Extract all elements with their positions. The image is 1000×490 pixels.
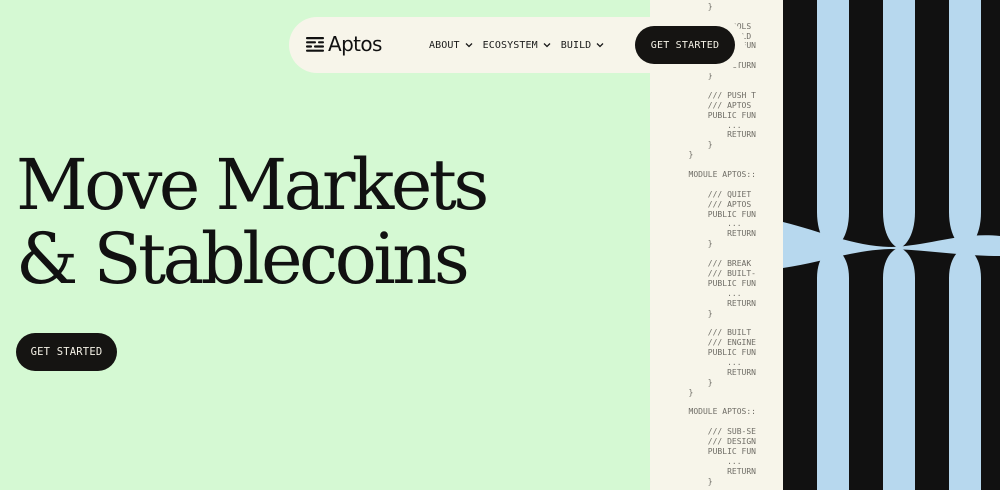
code-line: ... <box>650 219 742 229</box>
aptos-logo-icon <box>306 37 324 52</box>
code-line: } <box>650 1 713 11</box>
code-line: ... <box>650 456 742 466</box>
stripe-artwork <box>783 0 1000 490</box>
code-line: MODULE APTOS:: <box>650 407 756 417</box>
headline-line-1: Move Markets <box>16 144 489 226</box>
code-line: /// BUILT <box>650 328 752 338</box>
hero-section: Move Markets & Stablecoins GET STARTED <box>0 0 650 490</box>
code-line: PUBLIC FUN <box>650 278 756 288</box>
chevron-down-icon <box>543 43 551 48</box>
code-line: ... <box>650 120 742 130</box>
code-line: /// BUILT- <box>650 268 756 278</box>
code-line: ... <box>650 288 742 298</box>
code-line: ... <box>650 357 742 367</box>
code-line: RETURN <box>650 298 756 308</box>
code-line: MODULE APTOS:: <box>650 170 756 180</box>
code-line: } <box>650 150 694 160</box>
stripe-pattern-graphic <box>783 0 1000 490</box>
nav-item-build[interactable]: BUILD <box>561 37 605 53</box>
stripe-upper <box>949 0 981 248</box>
code-line: /// APTOS <box>650 100 752 110</box>
stripe-lower <box>883 248 915 490</box>
code-panel: RETURN } /// TOOLS /// BUILD PUBLIC FUN … <box>650 0 784 490</box>
nav-get-started-button[interactable]: GET STARTED <box>635 26 735 64</box>
code-line: RETURN <box>650 229 756 239</box>
nav-links: ABOUT ECOSYSTEM BUILD <box>429 37 604 53</box>
nav-item-label: ECOSYSTEM <box>482 39 538 51</box>
headline-line-2: & Stablecoins <box>16 218 470 300</box>
chevron-down-icon <box>465 43 473 48</box>
code-line: } <box>650 387 694 397</box>
code-line: RETURN <box>650 130 756 140</box>
logo-link[interactable]: Aptos <box>306 34 382 54</box>
code-line: /// APTOS <box>650 199 752 209</box>
stripe-lower <box>949 248 981 490</box>
code-line: PUBLIC FUN <box>650 446 756 456</box>
code-line: /// PUSH T <box>650 90 756 100</box>
nav-item-label: ABOUT <box>429 39 460 51</box>
nav-item-ecosystem[interactable]: ECOSYSTEM <box>483 37 551 53</box>
nav-item-label: BUILD <box>560 39 592 51</box>
code-line: } <box>650 476 713 486</box>
hero-headline: Move Markets & Stablecoins <box>16 144 489 300</box>
code-line: /// SUB-SE <box>650 427 756 437</box>
code-line: PUBLIC FUN <box>650 348 756 358</box>
logo-wordmark: Aptos <box>328 32 382 56</box>
code-line: } <box>650 239 713 249</box>
nav-item-about[interactable]: ABOUT <box>429 37 473 53</box>
code-line: RETURN <box>650 466 756 476</box>
code-line: PUBLIC FUN <box>650 209 756 219</box>
chevron-down-icon <box>596 43 604 48</box>
stripe-upper <box>817 0 849 248</box>
code-line: /// DESIGN <box>650 437 756 447</box>
code-line: } <box>650 140 713 150</box>
hero-get-started-button[interactable]: GET STARTED <box>16 333 117 371</box>
code-line: /// QUIET <box>650 189 752 199</box>
code-line: PUBLIC FUN <box>650 110 756 120</box>
code-line: } <box>650 377 713 387</box>
code-line: /// ENGINE <box>650 338 756 348</box>
stripe-lower <box>817 248 849 490</box>
code-line: } <box>650 308 713 318</box>
code-line: /// BREAK <box>650 259 752 269</box>
stripe-upper <box>883 0 915 248</box>
top-navbar: Aptos ABOUT ECOSYSTEM BUILD GET STARTED <box>289 17 745 73</box>
code-line: RETURN <box>650 367 756 377</box>
